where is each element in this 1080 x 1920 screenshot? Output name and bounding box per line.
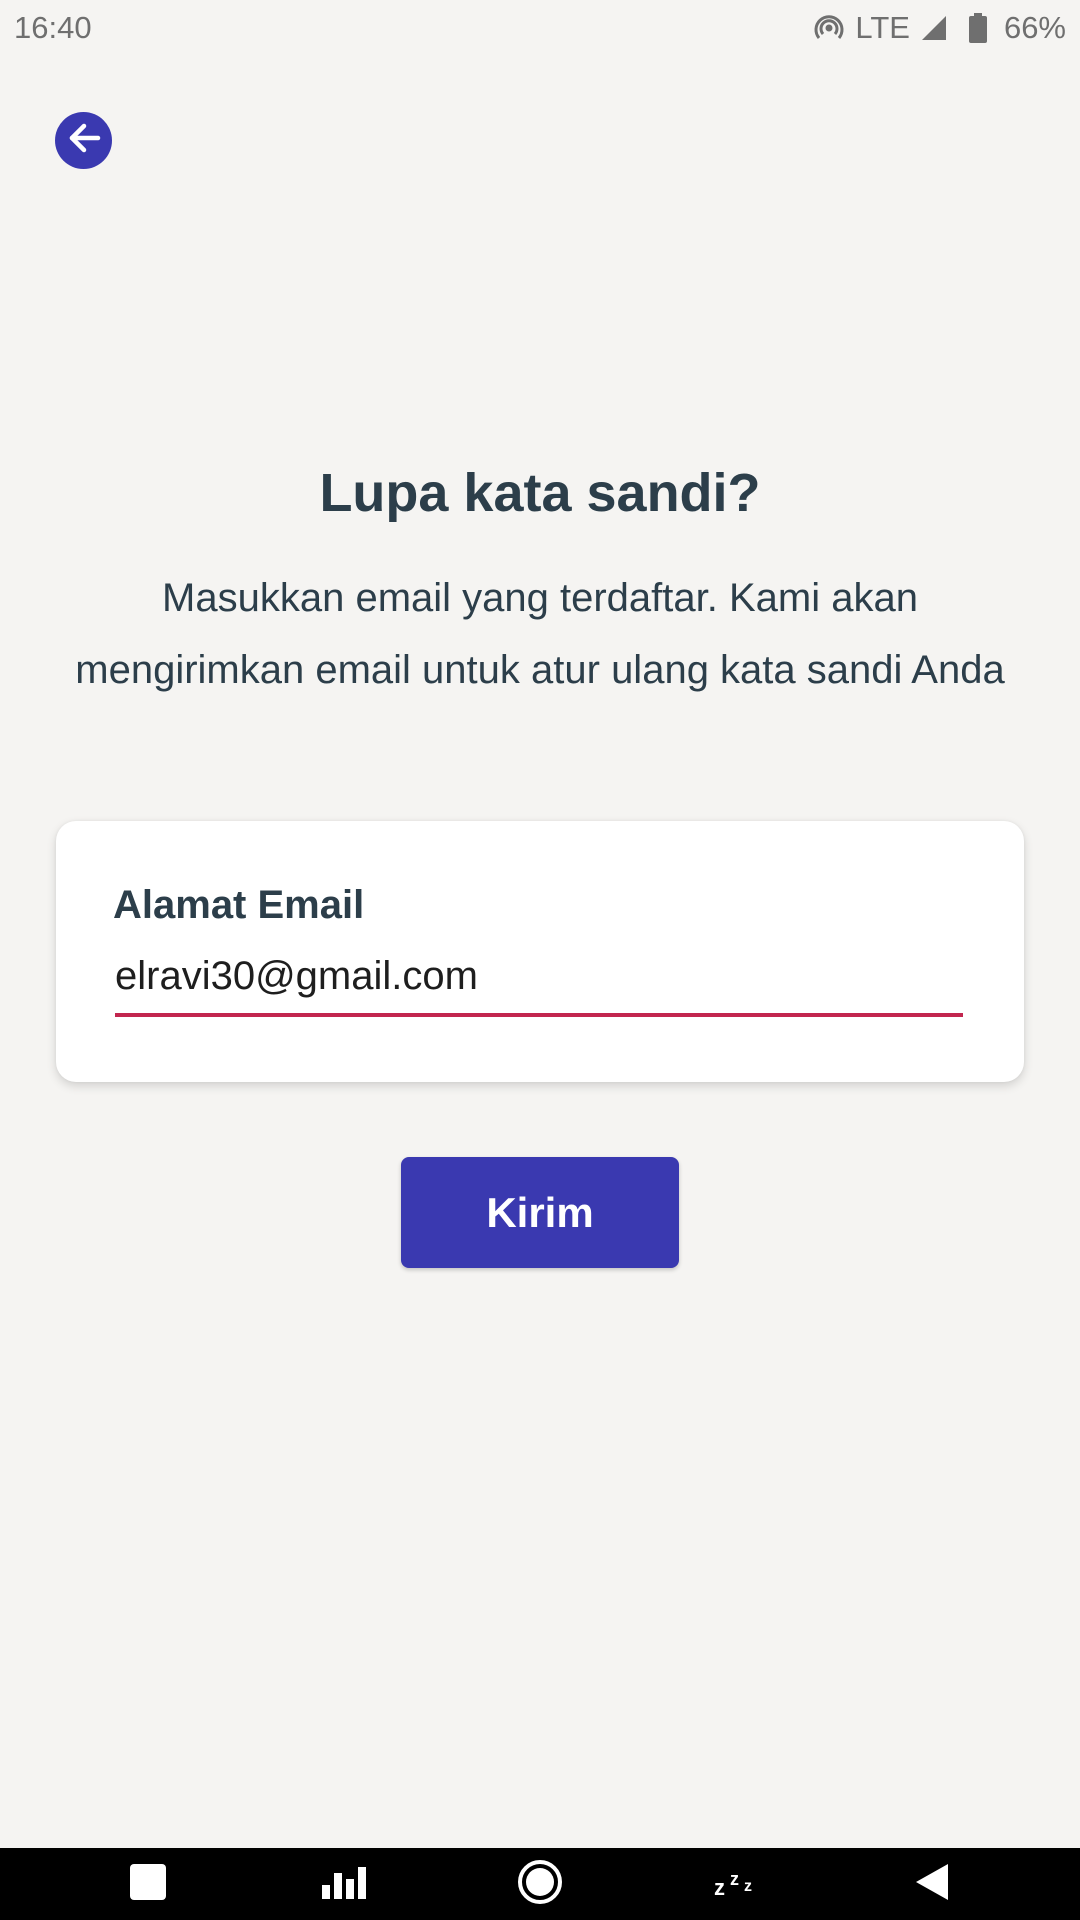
signal-icon (920, 14, 948, 42)
bar-chart-icon (320, 1865, 370, 1904)
page-title: Lupa kata sandi? (319, 463, 761, 523)
battery-icon (968, 13, 988, 43)
sleep-icon: z z z (712, 1867, 762, 1902)
network-type: LTE (855, 10, 910, 45)
email-field[interactable] (115, 945, 963, 1017)
page-description: Masukkan email yang terdaftar. Kami akan… (75, 576, 1005, 692)
svg-text:z: z (714, 1875, 725, 1897)
nav-stats-button[interactable] (305, 1848, 385, 1920)
email-label: Alamat Email (113, 883, 365, 927)
nav-sleep-button[interactable]: z z z (697, 1848, 777, 1920)
home-circle-icon (517, 1859, 563, 1910)
nav-back-button[interactable] (892, 1848, 972, 1920)
navigation-bar: z z z (0, 1848, 1080, 1920)
battery-level: 66% (1003, 10, 1066, 45)
arrow-left-icon (64, 118, 104, 163)
square-icon (128, 1862, 168, 1907)
back-triangle-icon (912, 1862, 952, 1907)
submit-button[interactable]: Kirim (401, 1157, 679, 1268)
svg-text:z: z (744, 1878, 752, 1895)
nav-square-button[interactable] (108, 1848, 188, 1920)
status-time: 16:40 (14, 10, 92, 45)
email-card: Alamat Email (56, 821, 1024, 1082)
back-button[interactable] (55, 112, 112, 169)
nav-home-button[interactable] (500, 1848, 580, 1920)
status-bar: 16:40 LTE 66% (0, 0, 1080, 56)
hotspot-icon (813, 12, 845, 44)
svg-text:z: z (730, 1869, 739, 1889)
